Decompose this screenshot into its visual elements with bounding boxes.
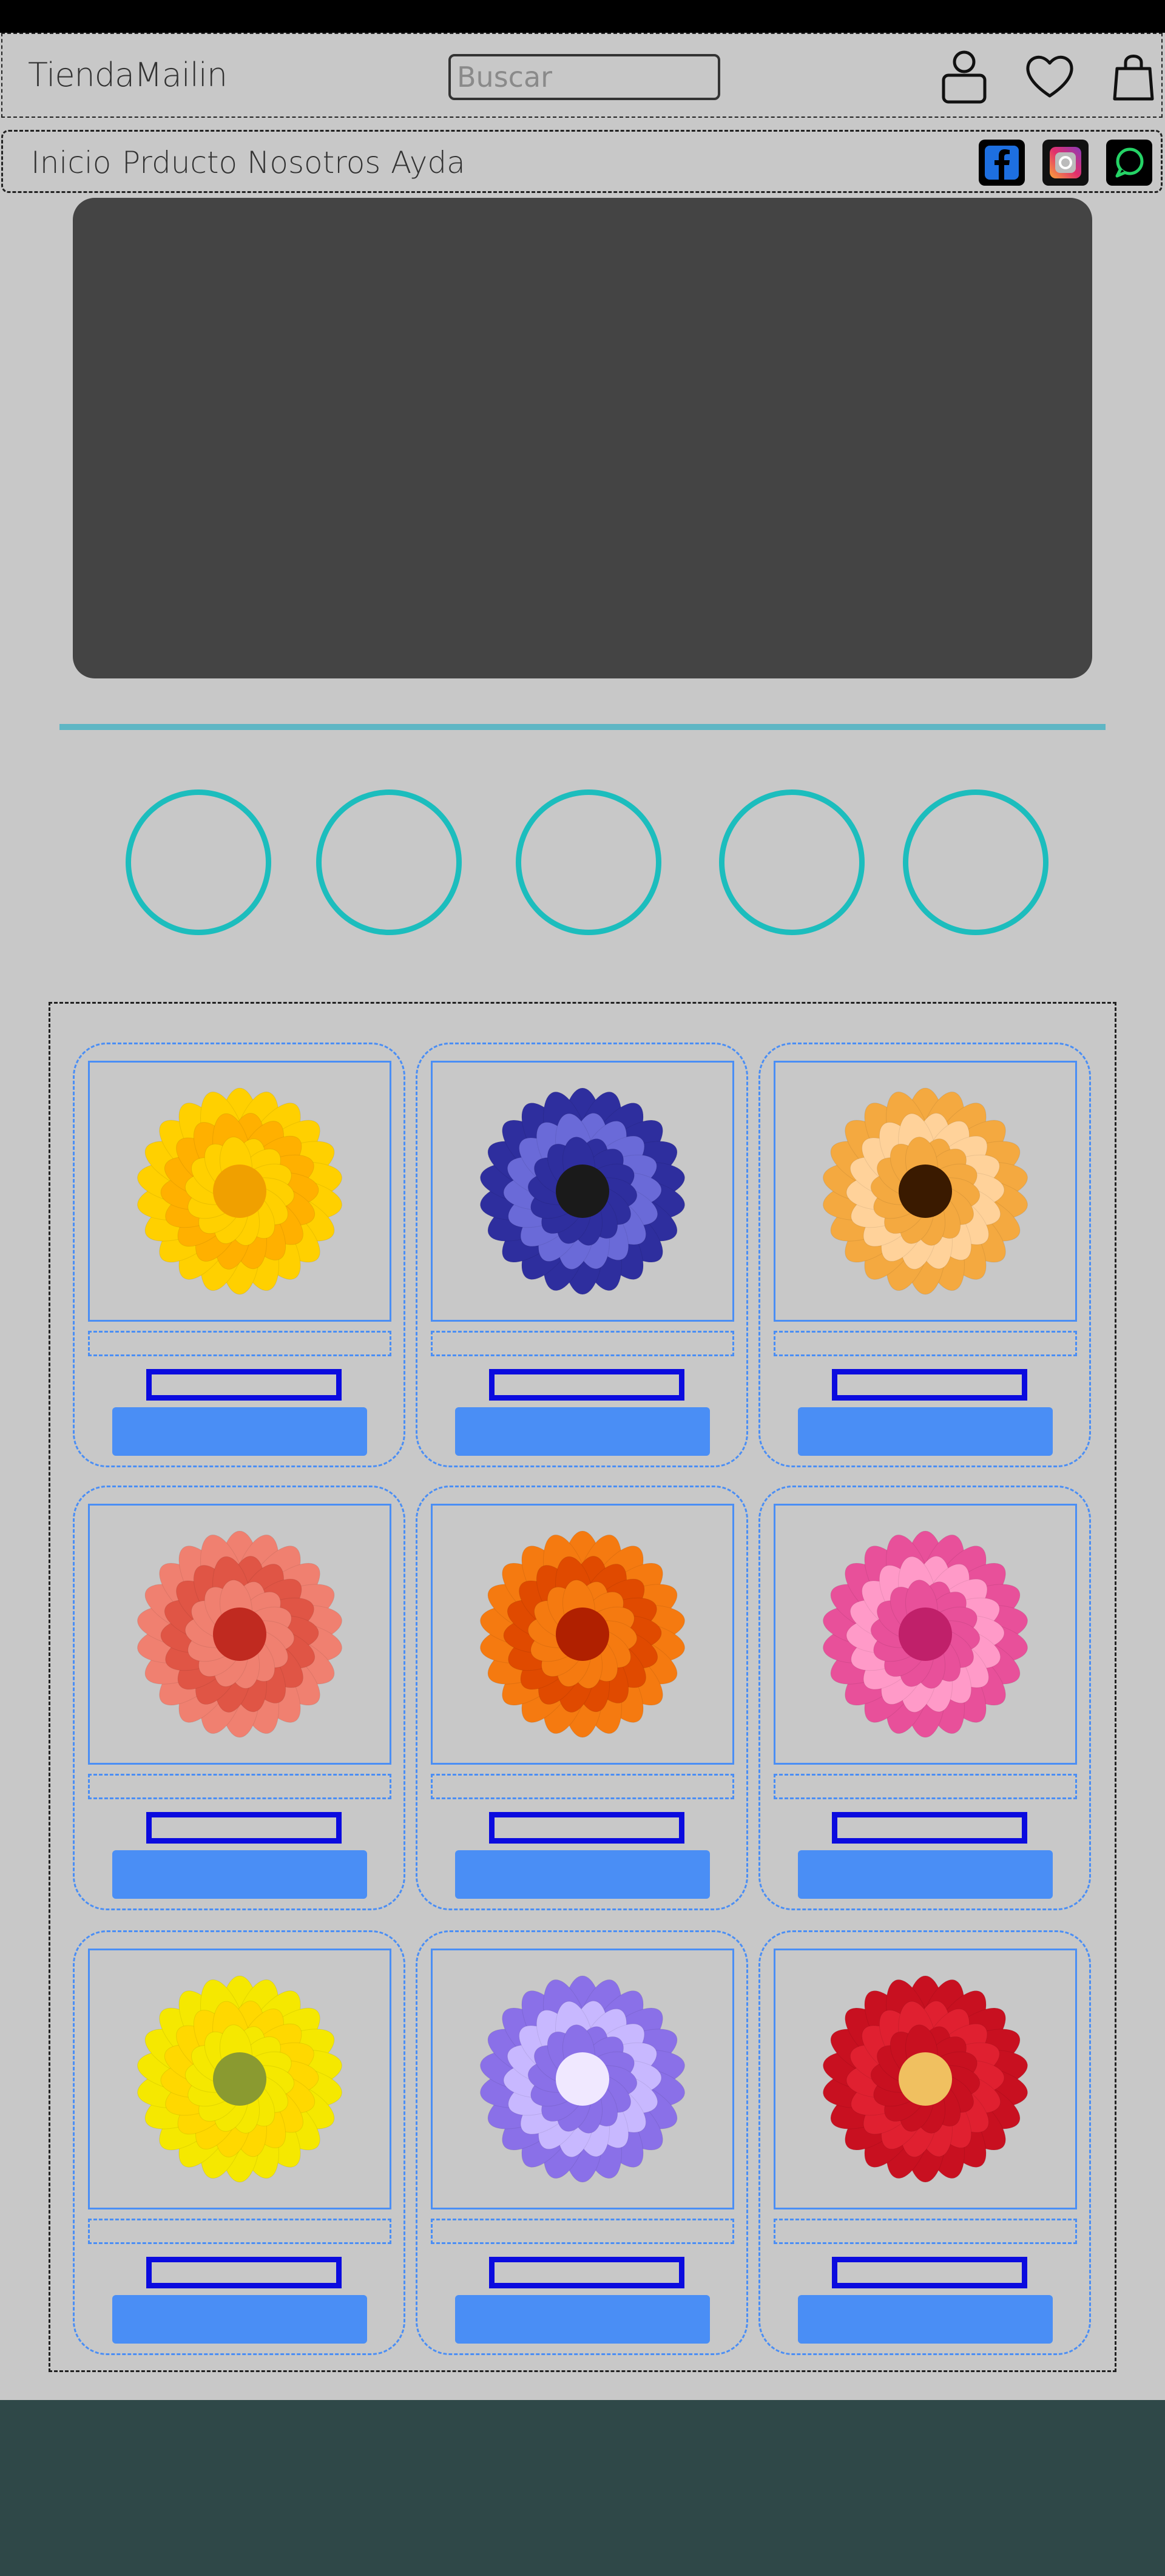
nav-link-producto[interactable]: Prducto (122, 145, 237, 180)
add-to-cart-button[interactable] (798, 2295, 1053, 2344)
facebook-icon (985, 146, 1019, 180)
product-price (146, 2257, 342, 2288)
add-to-cart-button[interactable] (455, 2295, 710, 2344)
product-title (431, 2219, 734, 2244)
category-circle-4[interactable] (719, 789, 865, 935)
product-card[interactable] (416, 1043, 748, 1467)
product-card[interactable] (758, 1930, 1091, 2355)
shopping-bag-icon (1113, 55, 1154, 101)
product-price (489, 1812, 684, 1844)
nav-link-inicio[interactable]: Inicio (31, 145, 111, 180)
product-grid (49, 1002, 1116, 2372)
product-title (88, 2219, 391, 2244)
add-to-cart-button[interactable] (798, 1407, 1053, 1456)
add-to-cart-button[interactable] (455, 1407, 710, 1456)
cart-button[interactable] (1103, 46, 1164, 107)
product-card[interactable] (73, 1043, 405, 1467)
product-card[interactable] (758, 1043, 1091, 1467)
category-circle-1[interactable] (126, 789, 271, 935)
yellow-calendula-flower-image (137, 1087, 342, 1295)
salmon-dahlia-flower-image (137, 1530, 342, 1738)
blue-anemone-flower-image (480, 1087, 685, 1295)
product-image[interactable] (88, 1949, 391, 2209)
nav-link-nosotros[interactable]: Nosotros (247, 145, 380, 180)
category-circle-5[interactable] (903, 789, 1048, 935)
product-image[interactable] (431, 1061, 734, 1322)
product-price (832, 1369, 1027, 1401)
product-title (88, 1774, 391, 1799)
product-price (146, 1369, 342, 1401)
instagram-icon (1050, 147, 1081, 178)
product-card[interactable] (73, 1930, 405, 2355)
product-title (774, 2219, 1077, 2244)
yellow-gerbera-flower-image (137, 1975, 342, 2183)
add-to-cart-button[interactable] (112, 1407, 367, 1456)
product-image[interactable] (88, 1061, 391, 1322)
red-hollyhock-flower-image (823, 1975, 1028, 2183)
favorites-button[interactable] (1019, 46, 1080, 107)
product-card[interactable] (758, 1486, 1091, 1910)
add-to-cart-button[interactable] (798, 1850, 1053, 1899)
section-divider (59, 724, 1106, 730)
pink-dahlia-flower-image (823, 1530, 1028, 1738)
product-title (774, 1331, 1077, 1356)
category-circle-2[interactable] (316, 789, 462, 935)
nav-link-ayuda[interactable]: Ayda (391, 145, 465, 180)
product-card[interactable] (73, 1486, 405, 1910)
product-image[interactable] (774, 1949, 1077, 2209)
add-to-cart-button[interactable] (455, 1850, 710, 1899)
site-logo[interactable]: TiendaMailin (28, 56, 228, 94)
top-black-bar (0, 0, 1165, 33)
product-price (146, 1812, 342, 1844)
product-title (88, 1331, 391, 1356)
search-input[interactable] (451, 56, 718, 98)
facebook-link[interactable] (979, 140, 1025, 186)
product-price (832, 2257, 1027, 2288)
product-title (774, 1774, 1077, 1799)
hero-banner (73, 198, 1092, 678)
product-title (431, 1774, 734, 1799)
product-image[interactable] (774, 1061, 1077, 1322)
product-image[interactable] (431, 1949, 734, 2209)
purple-geranium-flower-image (480, 1975, 685, 2183)
product-price (489, 1369, 684, 1401)
site-footer (0, 2400, 1165, 2576)
product-image[interactable] (88, 1504, 391, 1765)
category-circle-3[interactable] (516, 789, 661, 935)
instagram-link[interactable] (1042, 140, 1089, 186)
main-nav: Inicio Prducto Nosotros Ayda (1, 130, 1163, 193)
product-image[interactable] (431, 1504, 734, 1765)
orange-dahlia-flower-image (480, 1530, 685, 1738)
search-bar (448, 54, 720, 100)
user-button[interactable] (934, 46, 994, 107)
orange-calendula-flower-image (823, 1087, 1028, 1295)
add-to-cart-button[interactable] (112, 2295, 367, 2344)
product-title (431, 1331, 734, 1356)
heart-icon (1026, 55, 1073, 98)
product-card[interactable] (416, 1486, 748, 1910)
whatsapp-link[interactable] (1106, 140, 1152, 186)
add-to-cart-button[interactable] (112, 1850, 367, 1899)
site-header: TiendaMailin (1, 33, 1163, 118)
product-price (832, 1812, 1027, 1844)
product-price (489, 2257, 684, 2288)
user-icon (942, 50, 987, 104)
product-image[interactable] (774, 1504, 1077, 1765)
whatsapp-icon (1115, 147, 1144, 178)
product-card[interactable] (416, 1930, 748, 2355)
